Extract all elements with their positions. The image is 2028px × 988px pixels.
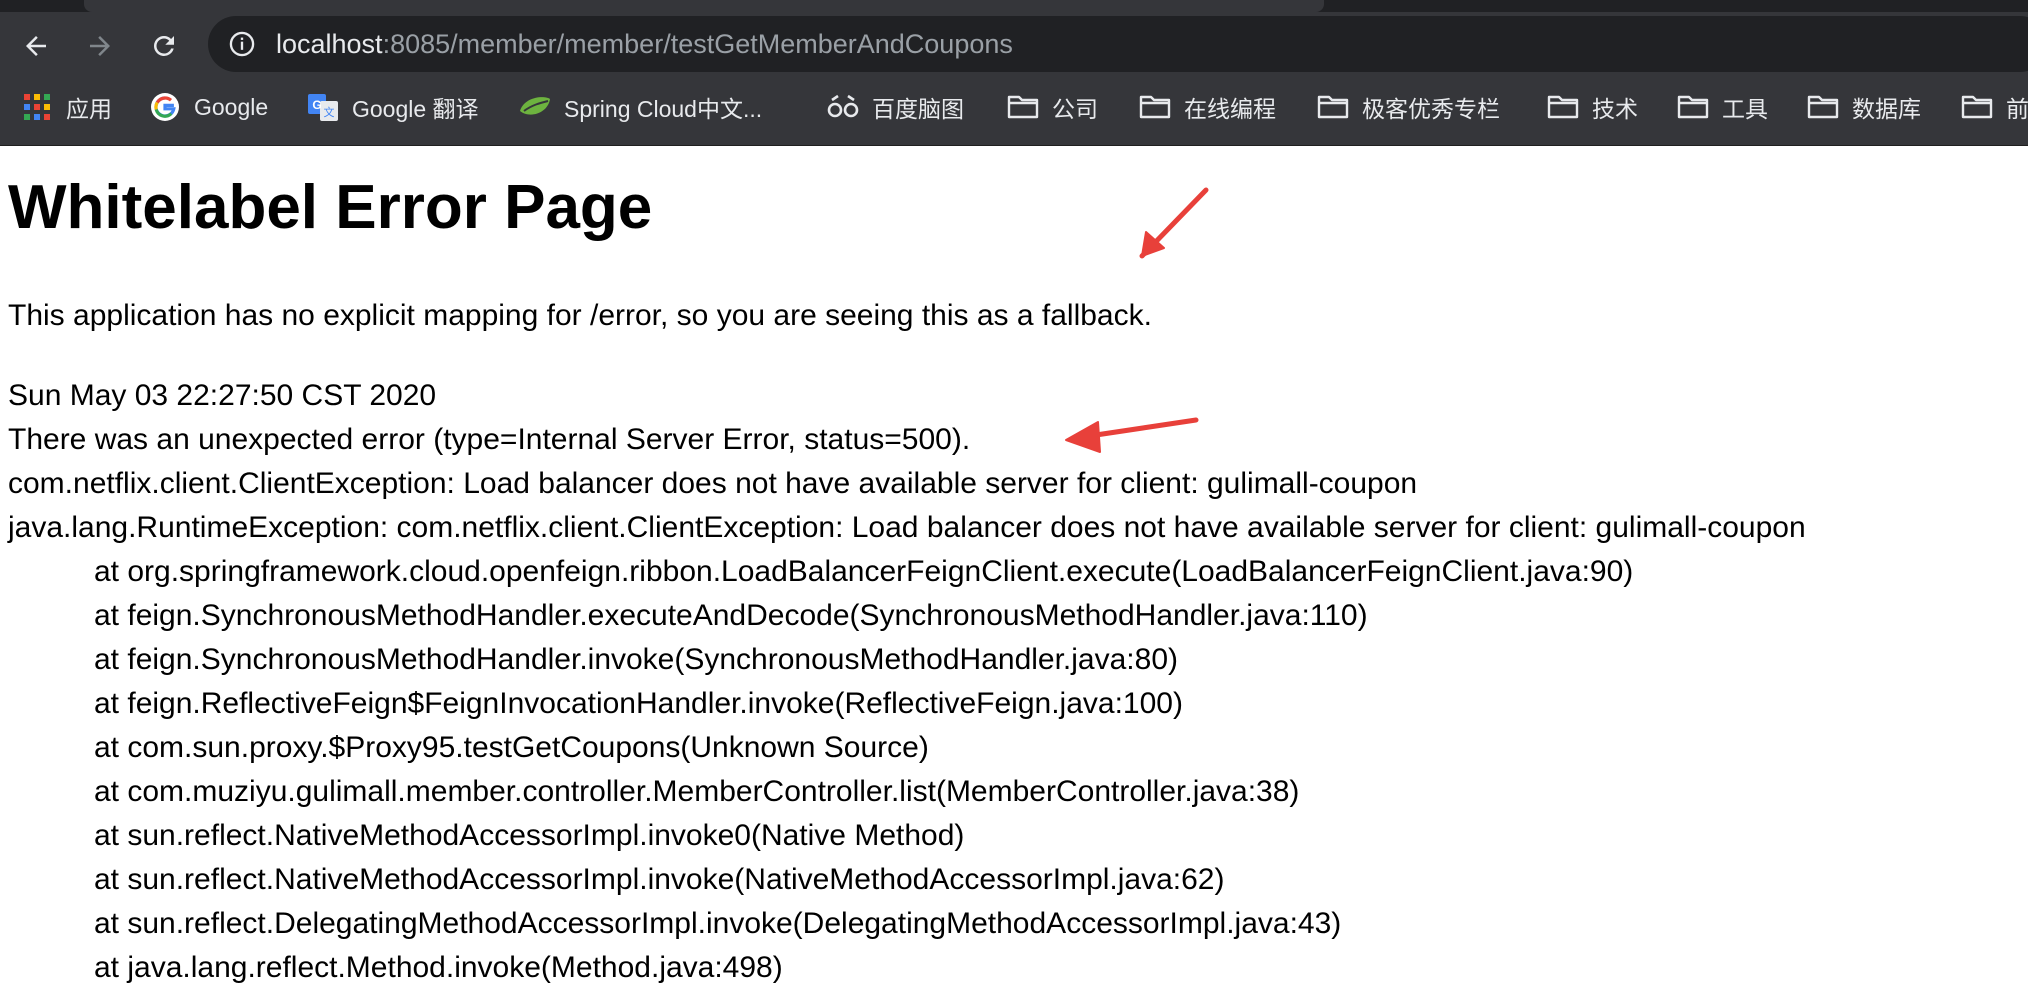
stack-trace-line: at com.muziyu.gulimall.member.controller… <box>94 775 1300 808</box>
tab-strip <box>0 0 2028 12</box>
error-details: Sun May 03 22:27:50 CST 2020 There was a… <box>8 374 1806 988</box>
back-button[interactable] <box>14 24 58 68</box>
url-path: :8085/member/member/testGetMemberAndCoup… <box>382 29 1013 59</box>
bookmark-label: 数据库 <box>1852 96 1921 122</box>
active-tab[interactable] <box>84 0 1324 12</box>
folder-icon <box>1006 92 1040 122</box>
stack-trace-line: at com.sun.proxy.$Proxy95.testGetCoupons… <box>94 731 929 764</box>
bookmark-folder-tools[interactable]: 工具 <box>1676 86 1768 128</box>
bookmark-label: 在线编程 <box>1184 96 1276 122</box>
bookmark-google-translate[interactable]: G 文 Google 翻译 <box>306 86 479 128</box>
info-icon[interactable] <box>228 30 256 58</box>
fallback-message: This application has no explicit mapping… <box>8 299 1152 332</box>
bookmark-label: Google <box>194 93 269 120</box>
bookmarks-bar: 应用 Google G 文 Google 翻译 Spring Cloud中文..… <box>0 86 2028 128</box>
error-timestamp: Sun May 03 22:27:50 CST 2020 <box>8 379 437 412</box>
svg-text:G: G <box>312 98 321 112</box>
spring-leaf-icon <box>518 92 552 122</box>
bookmark-label: 百度脑图 <box>872 96 964 122</box>
url-text[interactable]: localhost:8085/member/member/testGetMemb… <box>276 28 1013 60</box>
baidu-mindmap-icon <box>826 92 860 122</box>
page-title: Whitelabel Error Page <box>8 173 653 242</box>
bookmark-label: Google 翻译 <box>352 96 479 122</box>
reload-button[interactable] <box>142 24 186 68</box>
bookmark-label: 公司 <box>1052 96 1098 122</box>
bookmark-folder-frontend[interactable]: 前 <box>1960 86 2028 128</box>
svg-text:文: 文 <box>324 105 335 119</box>
google-translate-icon: G 文 <box>306 92 340 122</box>
folder-icon <box>1960 92 1994 122</box>
error-status-line: There was an unexpected error (type=Inte… <box>8 423 971 456</box>
arrow-left-icon <box>26 36 46 56</box>
stack-trace-line: at feign.SynchronousMethodHandler.execut… <box>94 599 1368 632</box>
bookmark-label: 应用 <box>66 96 112 122</box>
folder-icon <box>1316 92 1350 122</box>
bookmark-folder-database[interactable]: 数据库 <box>1806 86 1921 128</box>
stack-trace-line: at sun.reflect.DelegatingMethodAccessorI… <box>94 907 1342 940</box>
stack-trace-line: at org.springframework.cloud.openfeign.r… <box>94 555 1634 588</box>
url-host: localhost <box>276 29 383 59</box>
stack-trace-line: at feign.ReflectiveFeign$FeignInvocation… <box>94 687 1183 720</box>
bookmark-label: 技术 <box>1592 96 1638 122</box>
bookmark-folder-geek-columns[interactable]: 极客优秀专栏 <box>1316 86 1500 128</box>
folder-icon <box>1806 92 1840 122</box>
reload-icon <box>154 35 174 56</box>
folder-icon <box>1676 92 1710 122</box>
stack-trace-line: at sun.reflect.NativeMethodAccessorImpl.… <box>94 863 1225 896</box>
bookmark-folder-tech[interactable]: 技术 <box>1546 86 1638 128</box>
folder-icon <box>1138 92 1172 122</box>
folder-icon <box>1546 92 1580 122</box>
bookmark-baidu-mindmap[interactable]: 百度脑图 <box>826 86 964 128</box>
runtime-exception-line: java.lang.RuntimeException: com.netflix.… <box>8 511 1806 544</box>
exception-line: com.netflix.client.ClientException: Load… <box>8 467 1418 500</box>
bookmark-label: Spring Cloud中文... <box>564 96 763 122</box>
apps-grid-icon <box>20 92 54 122</box>
google-icon <box>148 92 182 122</box>
browser-chrome: localhost:8085/member/member/testGetMemb… <box>0 0 2028 146</box>
browser-toolbar: localhost:8085/member/member/testGetMemb… <box>0 12 2028 76</box>
bookmark-google[interactable]: Google <box>148 86 268 128</box>
chrome-divider <box>0 145 2028 146</box>
stack-trace-line: at feign.SynchronousMethodHandler.invoke… <box>94 643 1178 676</box>
stack-trace-line: at java.lang.reflect.Method.invoke(Metho… <box>94 951 783 984</box>
error-page-content: Whitelabel Error Page This application h… <box>8 170 2020 984</box>
bookmark-label: 工具 <box>1722 96 1768 122</box>
address-bar[interactable]: localhost:8085/member/member/testGetMemb… <box>208 16 2028 72</box>
arrow-right-icon <box>90 36 110 56</box>
bookmark-apps[interactable]: 应用 <box>20 86 112 128</box>
bookmark-folder-company[interactable]: 公司 <box>1006 86 1098 128</box>
forward-button[interactable] <box>78 24 122 68</box>
bookmark-folder-online-coding[interactable]: 在线编程 <box>1138 86 1276 128</box>
bookmark-label: 极客优秀专栏 <box>1362 96 1500 122</box>
bookmark-spring-cloud[interactable]: Spring Cloud中文... <box>518 86 762 128</box>
stack-trace-line: at sun.reflect.NativeMethodAccessorImpl.… <box>94 819 965 852</box>
bookmark-label: 前 <box>2006 96 2028 122</box>
